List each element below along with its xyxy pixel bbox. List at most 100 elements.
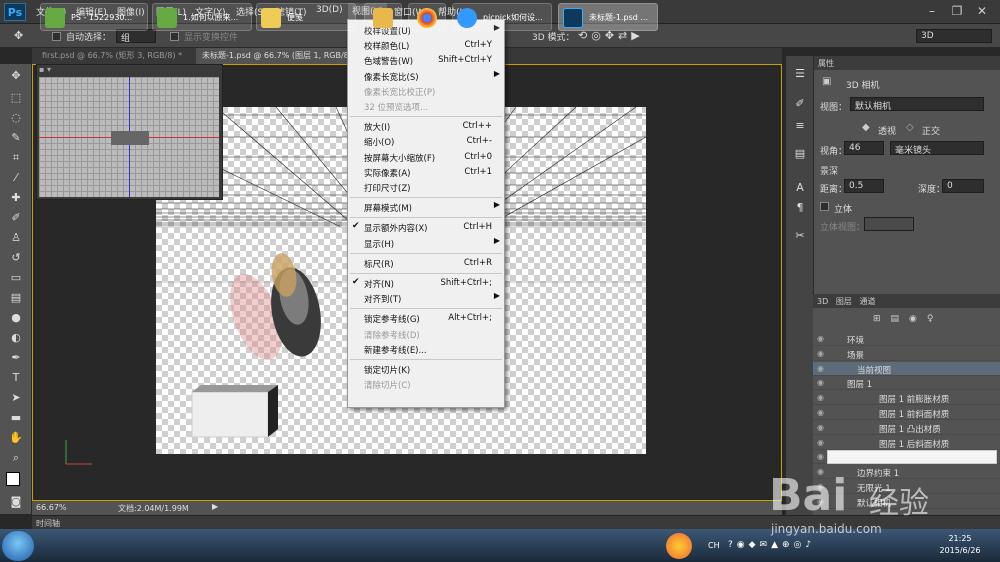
nav-view-box[interactable]: [111, 131, 149, 145]
palette-app-icon[interactable]: [666, 533, 692, 559]
dodge-tool-icon[interactable]: ◐: [8, 330, 24, 346]
view-menu-item[interactable]: 屏幕模式(M) ▶: [348, 200, 504, 215]
zoom-level[interactable]: 66.67%: [36, 503, 67, 512]
taskbar-explorer[interactable]: [364, 3, 402, 31]
type-tool-icon[interactable]: T: [8, 370, 24, 386]
axis-widget[interactable]: [64, 438, 94, 466]
move-tool-icon[interactable]: ✥: [14, 29, 23, 42]
view-menu-item[interactable]: 打印尺寸(Z): [348, 180, 504, 195]
scene-row[interactable]: ◉ 图层 1 凸出材质: [813, 421, 1000, 435]
visibility-eye-icon[interactable]: ◉: [817, 393, 824, 402]
auto-select-dropdown[interactable]: 组: [116, 29, 156, 44]
perspective-icon[interactable]: ◆: [862, 122, 870, 133]
distance-input[interactable]: 0.5: [844, 179, 884, 193]
lens-unit-dropdown[interactable]: 毫米镜头: [890, 141, 984, 156]
adjustments-panel-icon[interactable]: ≡: [792, 118, 808, 134]
eraser-tool-icon[interactable]: ▭: [8, 270, 24, 286]
taskbar-task-picpick[interactable]: picpick如何设...: [452, 3, 552, 31]
view-menu-item[interactable]: 锁定参考线(G) Alt+Ctrl+;: [348, 311, 504, 326]
eyedropper-tool-icon[interactable]: ⁄: [8, 170, 24, 186]
status-menu-arrow-icon[interactable]: ▶: [212, 502, 218, 511]
move-tool-icon[interactable]: ✥: [8, 68, 24, 84]
fov-input[interactable]: 46: [844, 141, 884, 155]
path-select-tool-icon[interactable]: ➤: [8, 390, 24, 406]
view-menu-item[interactable]: 校样颜色(L) Ctrl+Y: [348, 38, 504, 53]
history-brush-tool-icon[interactable]: ↺: [8, 250, 24, 266]
taskbar-task-3[interactable]: 便笺: [256, 3, 356, 31]
scene-row[interactable]: ◉ 图层 1: [813, 376, 1000, 391]
view-menu-item[interactable]: ✔ 显示额外内容(X) Ctrl+H: [348, 220, 504, 235]
character-panel-icon[interactable]: A: [792, 180, 808, 196]
visibility-eye-icon[interactable]: ◉: [817, 438, 824, 447]
tab-channels[interactable]: 通道: [860, 297, 876, 306]
workspace-dropdown[interactable]: 3D: [916, 29, 992, 43]
pen-tool-icon[interactable]: ✒: [8, 350, 24, 366]
view-menu-item[interactable]: 放大(I) Ctrl++: [348, 119, 504, 134]
navigator-thumbnail[interactable]: [39, 77, 219, 197]
quick-mask-icon[interactable]: ◙: [8, 494, 24, 510]
view-menu-item[interactable]: 标尺(R) Ctrl+R: [348, 256, 504, 271]
taskbar-task-1[interactable]: PS - 1522930...: [40, 3, 148, 31]
close-button[interactable]: ✕: [970, 2, 994, 20]
depth-input[interactable]: 0: [942, 179, 984, 193]
tab-layers[interactable]: 图层: [836, 297, 852, 306]
lasso-tool-icon[interactable]: ◌: [8, 110, 24, 126]
gradient-tool-icon[interactable]: ▤: [8, 290, 24, 306]
visibility-eye-icon[interactable]: ◉: [817, 423, 824, 432]
healing-tool-icon[interactable]: ✚: [8, 190, 24, 206]
styles-panel-icon[interactable]: ▤: [792, 146, 808, 162]
tab-untitled-psd[interactable]: 未标题-1.psd @ 66.7% (图层 1, RGB/8) *: [196, 48, 365, 64]
visibility-eye-icon[interactable]: ◉: [817, 378, 824, 387]
view-menu-item[interactable]: 按屏幕大小缩放(F) Ctrl+0: [348, 150, 504, 165]
orthographic-icon[interactable]: ◇: [906, 122, 914, 133]
brush-panel-icon[interactable]: ✐: [792, 96, 808, 112]
taskbar-chrome[interactable]: [408, 3, 446, 31]
tab-first-psd[interactable]: first.psd @ 66.7% (矩形 3, RGB/8) *: [36, 48, 188, 64]
paragraph-panel-icon[interactable]: ¶: [792, 200, 808, 216]
view-menu-item[interactable]: 实际像素(A) Ctrl+1: [348, 165, 504, 180]
visibility-eye-icon[interactable]: ◉: [817, 334, 824, 343]
view-menu-item[interactable]: 锁定切片(K): [348, 362, 504, 377]
foreground-color-swatch[interactable]: [6, 472, 20, 486]
tool-presets-icon[interactable]: ✂: [792, 228, 808, 244]
view-menu-item[interactable]: 色域警告(W) Shift+Ctrl+Y: [348, 53, 504, 68]
visibility-eye-icon[interactable]: ◉: [817, 408, 824, 417]
visibility-eye-icon[interactable]: ◉: [817, 364, 824, 373]
scene-row[interactable]: ◉ 环境: [813, 332, 1000, 346]
marquee-tool-icon[interactable]: ⬚: [8, 90, 24, 106]
scene-row[interactable]: ◉ 场景: [813, 347, 1000, 361]
start-button[interactable]: [2, 531, 34, 561]
scene-row[interactable]: ◉ 图层 1 前斜面材质: [813, 406, 1000, 420]
taskbar-task-2[interactable]: 1.如何以原来...: [152, 3, 252, 31]
hand-tool-icon[interactable]: ✋: [8, 430, 24, 446]
view-menu-item[interactable]: 缩小(O) Ctrl+-: [348, 134, 504, 149]
view-menu-item[interactable]: 显示(H) ▶: [348, 236, 504, 251]
crop-tool-icon[interactable]: ⌗: [8, 150, 24, 166]
view-dropdown[interactable]: 默认相机: [850, 97, 984, 112]
timeline-tab[interactable]: 时间轴: [36, 518, 60, 529]
perspective-label[interactable]: 透视: [878, 124, 896, 137]
taskbar-task-photoshop[interactable]: 未标题-1.psd ...: [558, 3, 658, 31]
quick-select-tool-icon[interactable]: ✎: [8, 130, 24, 146]
sogou-ime-toolbar[interactable]: [827, 450, 997, 464]
view-menu-item[interactable]: 像素长宽比(S) ▶: [348, 69, 504, 84]
stamp-tool-icon[interactable]: ♙: [8, 230, 24, 246]
scene-row[interactable]: ◉ 图层 1 前膨胀材质: [813, 391, 1000, 406]
shape-tool-icon[interactable]: ▬: [8, 410, 24, 426]
blur-tool-icon[interactable]: ●: [8, 310, 24, 326]
view-menu-item[interactable]: 新建参考线(E)...: [348, 342, 504, 357]
3d-filter-icons[interactable]: ⊞▤◉♀: [873, 314, 944, 324]
stereo-view-dropdown[interactable]: [864, 217, 914, 231]
restore-button[interactable]: ❐: [945, 2, 969, 20]
scene-row[interactable]: ◉ 当前视图: [813, 361, 1000, 376]
brush-tool-icon[interactable]: ✐: [8, 210, 24, 226]
input-language[interactable]: CH: [708, 541, 720, 550]
history-panel-icon[interactable]: ☰: [792, 66, 808, 82]
tab-3d[interactable]: 3D: [817, 297, 828, 306]
navigator-header-icons[interactable]: ▪ ▾: [39, 65, 51, 74]
scene-row[interactable]: ◉ 图层 1 后斜面材质: [813, 436, 1000, 450]
zoom-tool-icon[interactable]: ⌕: [8, 450, 24, 466]
visibility-eye-icon[interactable]: ◉: [817, 349, 824, 358]
view-menu-item[interactable]: ✔ 对齐(N) Shift+Ctrl+;: [348, 276, 504, 291]
orthographic-label[interactable]: 正交: [922, 124, 940, 137]
